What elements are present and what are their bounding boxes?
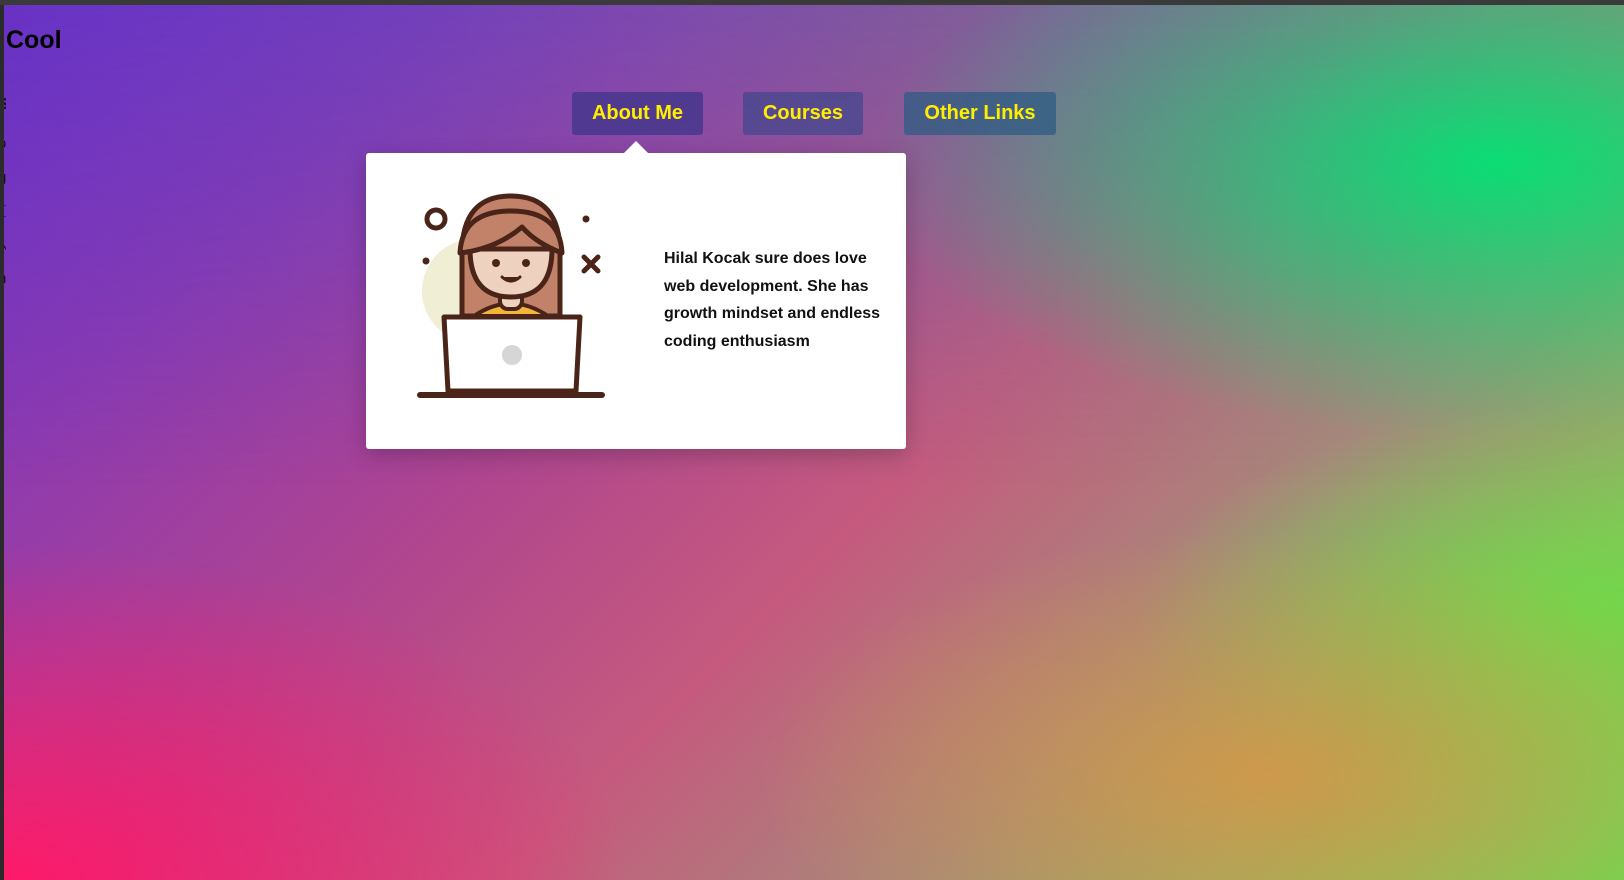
nav-about-me-button[interactable]: About Me: [572, 92, 703, 135]
clipped-text-fragment: g: [4, 170, 6, 185]
clipped-text-fragment: N: [4, 238, 6, 253]
page-viewport: l s o g T N n Cool About Me Courses Othe…: [4, 5, 1624, 880]
nav-courses-button[interactable]: Courses: [743, 92, 863, 135]
popover-arrow: [623, 141, 649, 154]
clipped-text-fragment: s: [4, 93, 6, 113]
clipped-text-fragment: o: [4, 136, 6, 151]
woman-at-laptop-illustration: [417, 193, 605, 398]
clipped-text-fragment: n: [4, 271, 6, 286]
site-title: Cool: [6, 26, 62, 54]
clipped-link-fragment[interactable]: T: [4, 203, 6, 218]
about-me-popover: Hilal Kocak sure does love web developme…: [366, 141, 906, 449]
about-me-description: Hilal Kocak sure does love web developme…: [664, 250, 881, 350]
nav-other-links-button[interactable]: Other Links: [904, 92, 1056, 135]
